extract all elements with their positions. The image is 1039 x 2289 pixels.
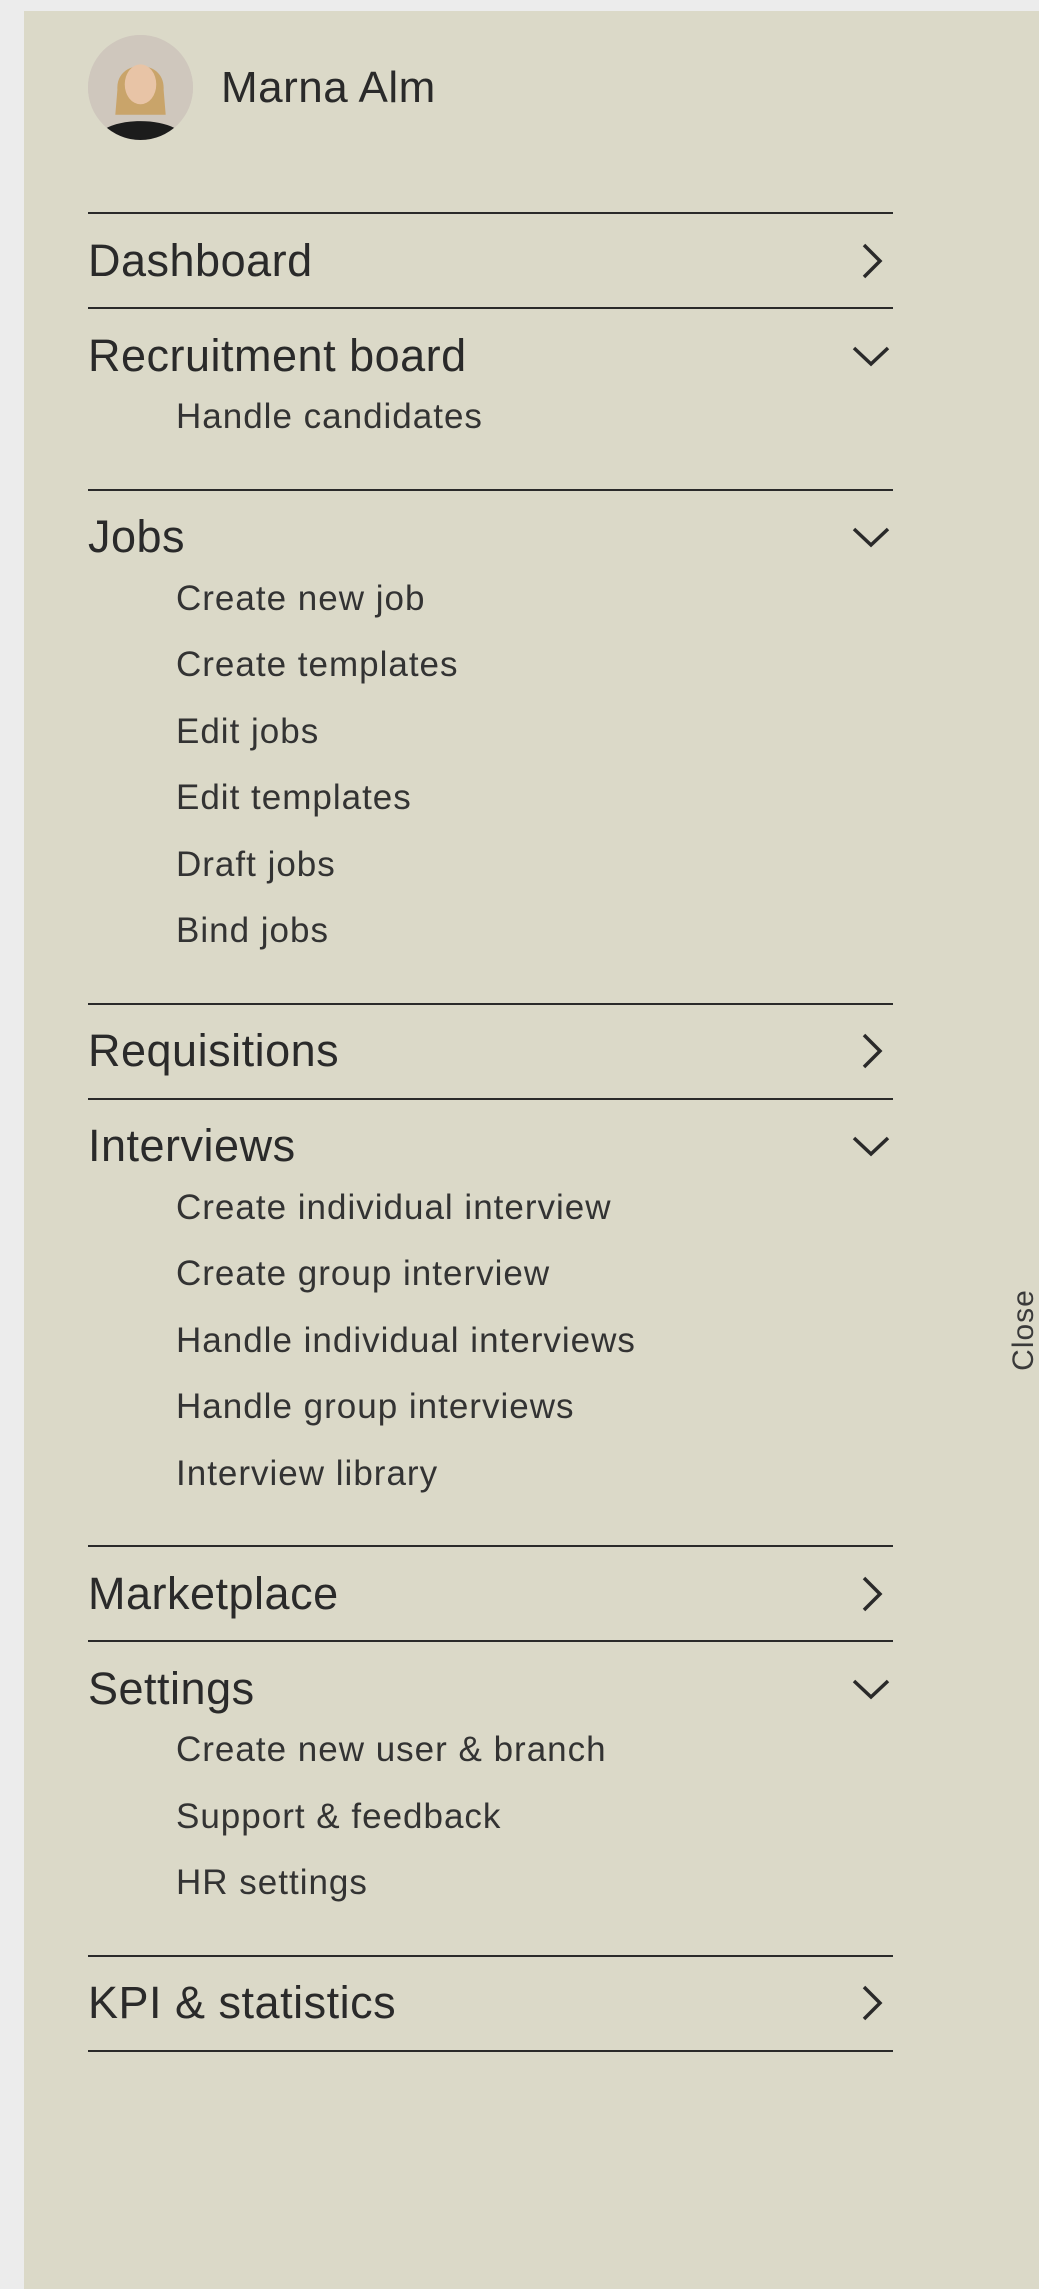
submenu-item-create-new-job[interactable]: Create new job [88,566,893,633]
nav-section-requisitions: Requisitions [88,1002,893,1098]
chevron-right-icon [862,243,883,278]
nav-section-marketplace: Marketplace [88,1545,893,1640]
submenu-item-interview-library[interactable]: Interview library [88,1441,893,1508]
nav-section-jobs: Jobs Create new job Create templates Edi… [88,488,893,1003]
close-button[interactable]: Close [1007,1289,1039,1371]
nav-section-kpi-statistics: KPI & statistics [88,1954,893,2052]
nav-section-dashboard: Dashboard [88,212,893,307]
submenu-item-handle-candidates[interactable]: Handle candidates [88,384,893,451]
submenu-item-create-individual-interview[interactable]: Create individual interview [88,1175,893,1242]
submenu-item-bind-jobs[interactable]: Bind jobs [88,898,893,965]
main-nav: Dashboard Recruitment board Handle candi… [88,212,893,2052]
submenu-item-edit-templates[interactable]: Edit templates [88,765,893,832]
chevron-down-icon [852,527,890,548]
submenu-item-handle-individual-interviews[interactable]: Handle individual interviews [88,1308,893,1375]
chevron-down-icon [852,346,890,366]
nav-section-interviews: Interviews Create individual interview C… [88,1097,893,1546]
nav-item-label: Requisitions [88,1025,340,1076]
submenu-recruitment-board: Handle candidates [88,384,893,489]
chevron-down-icon [852,1679,890,1699]
submenu-item-create-group-interview[interactable]: Create group interview [88,1241,893,1308]
nav-item-label: Interviews [88,1120,296,1171]
chevron-down-icon [852,1136,890,1157]
nav-section-recruitment-board: Recruitment board Handle candidates [88,307,893,489]
nav-item-label: Settings [88,1662,255,1714]
submenu-jobs: Create new job Create templates Edit job… [88,566,893,1003]
nav-item-label: Jobs [88,511,186,562]
nav-item-label: Dashboard [88,234,313,286]
nav-item-kpi-statistics[interactable]: KPI & statistics [88,1957,893,2050]
nav-item-requisitions[interactable]: Requisitions [88,1005,893,1098]
submenu-item-create-new-user-branch[interactable]: Create new user & branch [88,1717,893,1784]
chevron-right-icon [862,1033,883,1069]
nav-item-dashboard[interactable]: Dashboard [88,214,893,307]
submenu-item-support-feedback[interactable]: Support & feedback [88,1784,893,1851]
submenu-item-create-templates[interactable]: Create templates [88,632,893,699]
chevron-right-icon [862,1576,883,1611]
nav-item-label: Marketplace [88,1567,339,1619]
chevron-right-icon [862,1985,883,2021]
nav-item-marketplace[interactable]: Marketplace [88,1547,893,1640]
nav-item-label: KPI & statistics [88,1977,397,2028]
submenu-item-handle-group-interviews[interactable]: Handle group interviews [88,1374,893,1441]
navigation-panel: Marna Alm Dashboard Recruitment board Ha… [24,11,1039,2289]
submenu-item-hr-settings[interactable]: HR settings [88,1850,893,1917]
nav-section-settings: Settings Create new user & branch Suppor… [88,1640,893,1955]
submenu-item-draft-jobs[interactable]: Draft jobs [88,832,893,899]
submenu-interviews: Create individual interview Create group… [88,1175,893,1546]
submenu-settings: Create new user & branch Support & feedb… [88,1717,893,1955]
user-profile[interactable]: Marna Alm [88,35,436,140]
submenu-item-edit-jobs[interactable]: Edit jobs [88,699,893,766]
user-name: Marna Alm [221,62,436,112]
nav-item-label: Recruitment board [88,329,467,381]
avatar [88,35,193,140]
